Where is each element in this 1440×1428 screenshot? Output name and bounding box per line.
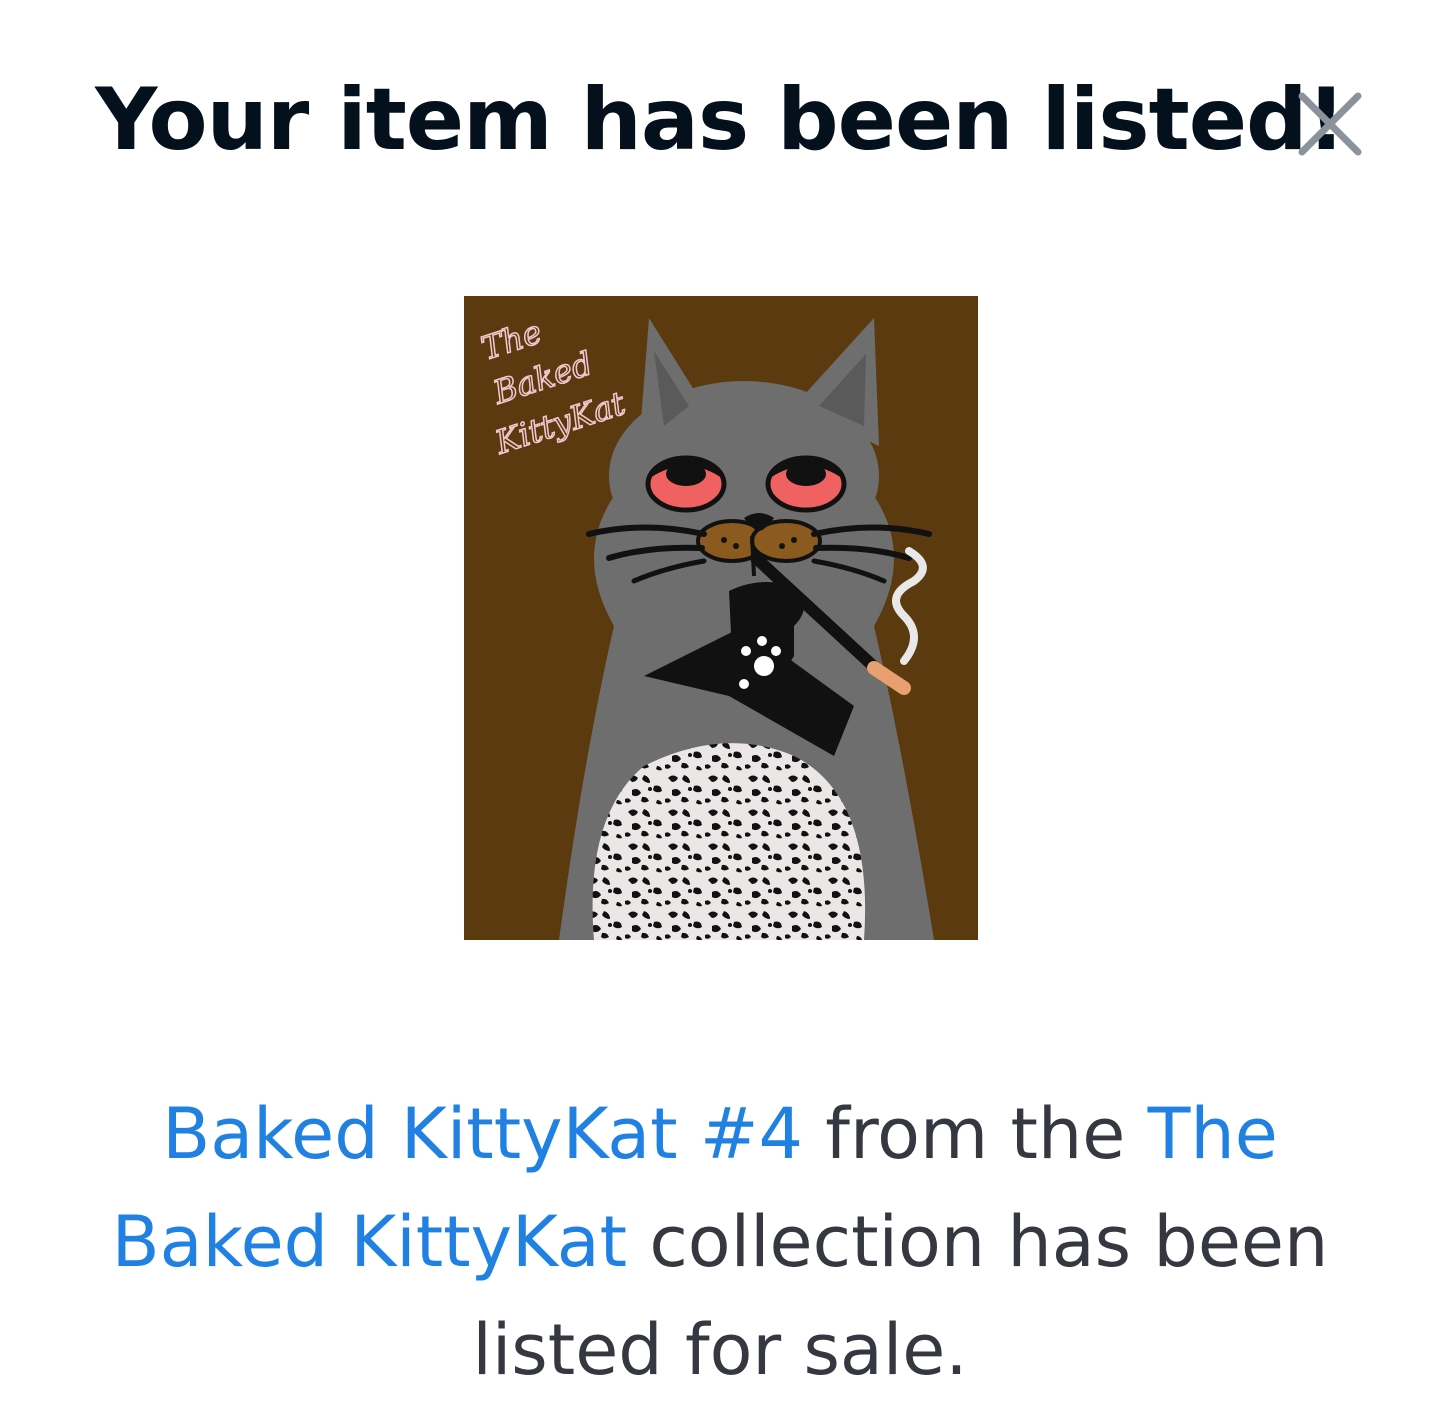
item-name-link[interactable]: Baked KittyKat #4 [162, 1093, 803, 1175]
modal-title: Your item has been listed! [95, 70, 1346, 170]
item-artwork: The Baked KittyKat [464, 296, 978, 940]
listing-message: Baked KittyKat #4 from the The Baked Kit… [70, 1080, 1370, 1404]
cat-artwork-image: The Baked KittyKat [464, 296, 978, 940]
close-icon [1298, 92, 1362, 156]
close-button[interactable] [1294, 88, 1366, 160]
message-from-text: from the [803, 1093, 1148, 1175]
listing-success-modal: Your item has been listed! The Baked Kit… [0, 0, 1440, 1428]
